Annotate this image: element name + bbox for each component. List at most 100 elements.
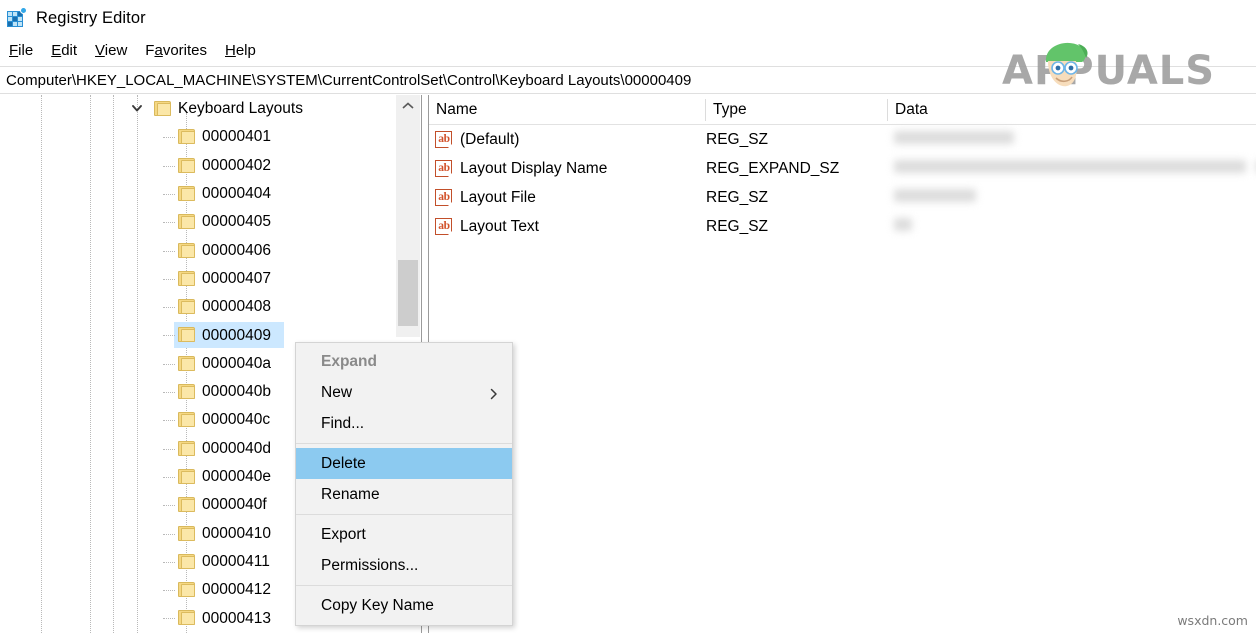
column-header-name[interactable]: Name <box>429 95 477 124</box>
tree-elbow-line <box>163 137 175 139</box>
tree-item-label: 00000401 <box>202 128 271 146</box>
folder-icon <box>178 185 195 201</box>
tree-item-00000408[interactable]: 00000408 <box>0 293 421 321</box>
context-menu[interactable]: Expand New Find... Delete Rename Export Permis… <box>295 342 513 626</box>
context-menu-item-copy-key-name[interactable]: Copy Key Name <box>296 590 512 621</box>
tree-item-label: 00000408 <box>202 298 271 316</box>
tree-elbow-line <box>163 193 175 195</box>
value-type: REG_SZ <box>706 188 769 206</box>
tree-item-label: 00000411 <box>202 552 270 570</box>
value-data-redacted <box>894 218 912 231</box>
address-path: Computer\HKEY_LOCAL_MACHINE\SYSTEM\Curre… <box>6 71 692 89</box>
context-menu-item-export[interactable]: Export <box>296 519 512 550</box>
tree-elbow-line <box>163 392 175 393</box>
context-menu-item-delete[interactable]: Delete <box>296 448 512 479</box>
tree-elbow-line <box>163 250 175 252</box>
tree-item-label: 0000040d <box>202 439 271 457</box>
list-column-headers: Name Type Data <box>429 95 1256 125</box>
tree-item-label: 0000040e <box>202 468 271 486</box>
tree-item-label: 0000040a <box>202 354 271 372</box>
tree-item-list: Keyboard Layouts 00000401 00000402 00000404… <box>0 95 421 627</box>
tree-elbow-line <box>163 561 175 563</box>
value-row[interactable]: ab Layout File REG_SZ <box>429 183 1256 212</box>
tree-item-00000405[interactable]: 00000405 <box>0 208 421 236</box>
menu-help[interactable]: Help <box>216 40 265 61</box>
folder-icon <box>178 214 195 230</box>
tree-item-label: 00000412 <box>202 581 271 599</box>
folder-icon <box>178 270 195 286</box>
tree-item-label: 00000410 <box>202 524 271 542</box>
folder-icon <box>178 129 195 145</box>
tree-elbow-line <box>163 335 175 337</box>
scroll-up-arrow-icon[interactable] <box>396 95 420 117</box>
folder-icon <box>178 299 195 315</box>
context-menu-item-rename[interactable]: Rename <box>296 479 512 510</box>
tree-item-keyboard-layouts[interactable]: Keyboard Layouts <box>0 95 421 123</box>
tree-elbow-line <box>163 448 175 450</box>
tree-elbow-line <box>163 590 175 592</box>
folder-icon <box>178 468 195 484</box>
menu-favorites[interactable]: Favorites <box>136 40 216 61</box>
value-data-redacted <box>894 131 1014 144</box>
wsxdn-watermark: wsxdn.com <box>1177 613 1248 628</box>
tree-vertical-scrollbar[interactable] <box>396 95 420 337</box>
value-row[interactable]: ab Layout Text REG_SZ <box>429 212 1256 241</box>
tree-elbow-line <box>163 222 175 224</box>
context-menu-item-expand: Expand <box>321 352 377 370</box>
tree-elbow-line <box>163 505 175 507</box>
tree-item-label: 00000413 <box>202 609 271 627</box>
tree-item-00000406[interactable]: 00000406 <box>0 237 421 265</box>
chevron-down-icon[interactable] <box>130 101 146 117</box>
tree-elbow-line <box>163 278 175 280</box>
chevron-right-icon <box>490 387 498 399</box>
folder-icon <box>178 412 195 428</box>
folder-icon <box>154 101 171 116</box>
scrollbar-thumb[interactable] <box>398 260 418 326</box>
column-header-data[interactable]: Data <box>888 95 928 124</box>
string-value-icon: ab <box>435 218 454 235</box>
string-value-icon: ab <box>435 189 454 206</box>
tree-elbow-line <box>163 165 175 167</box>
tree-item-00000404[interactable]: 00000404 <box>0 180 421 208</box>
registry-values-list: ab (Default) REG_SZab Layout Display Name RE… <box>429 125 1256 241</box>
tree-elbow-line <box>163 363 175 365</box>
value-row[interactable]: ab Layout Display Name REG_EXPAND_SZ <box>429 154 1256 183</box>
tree-elbow-line <box>163 420 175 422</box>
context-menu-item-find[interactable]: Find... <box>296 408 512 439</box>
menu-separator <box>296 585 512 586</box>
address-bar[interactable]: Computer\HKEY_LOCAL_MACHINE\SYSTEM\Curre… <box>0 66 1256 94</box>
tree-item-label: Keyboard Layouts <box>178 100 303 118</box>
value-name: (Default) <box>460 130 520 148</box>
value-name: Layout Text <box>460 217 539 235</box>
registry-editor-window: Registry Editor File Edit View Favorites… <box>0 0 1256 633</box>
tree-elbow-line <box>163 618 175 620</box>
menu-separator <box>296 443 512 444</box>
menu-view[interactable]: View <box>86 40 136 61</box>
menu-edit-rest: dit <box>61 41 78 59</box>
context-menu-item-permissions[interactable]: Permissions... <box>296 550 512 581</box>
tree-item-label: 00000409 <box>202 326 271 344</box>
folder-icon <box>178 242 195 258</box>
registry-values-pane[interactable]: Name Type Data ab (Default) REG_SZ ab Layout… <box>429 95 1256 633</box>
tree-item-00000402[interactable]: 00000402 <box>0 152 421 180</box>
folder-icon <box>178 355 195 371</box>
value-name: Layout File <box>460 188 536 206</box>
tree-elbow-line <box>163 476 175 478</box>
title-bar: Registry Editor <box>0 0 1256 36</box>
tree-item-label: 0000040b <box>202 383 271 401</box>
column-header-type[interactable]: Type <box>706 95 747 124</box>
registry-editor-icon <box>6 7 28 29</box>
tree-item-00000407[interactable]: 00000407 <box>0 265 421 293</box>
context-menu-item-new[interactable]: New <box>296 377 512 408</box>
value-name: Layout Display Name <box>460 159 608 177</box>
menu-help-rest: elp <box>235 41 256 59</box>
menu-edit[interactable]: Edit <box>42 40 86 61</box>
string-value-icon: ab <box>435 160 454 177</box>
folder-icon <box>178 525 195 541</box>
value-data-redacted <box>894 160 1246 173</box>
value-row[interactable]: ab (Default) REG_SZ <box>429 125 1256 154</box>
folder-icon <box>178 327 195 343</box>
tree-elbow-line <box>163 533 175 535</box>
tree-item-00000401[interactable]: 00000401 <box>0 123 421 151</box>
menu-file[interactable]: File <box>0 40 42 61</box>
